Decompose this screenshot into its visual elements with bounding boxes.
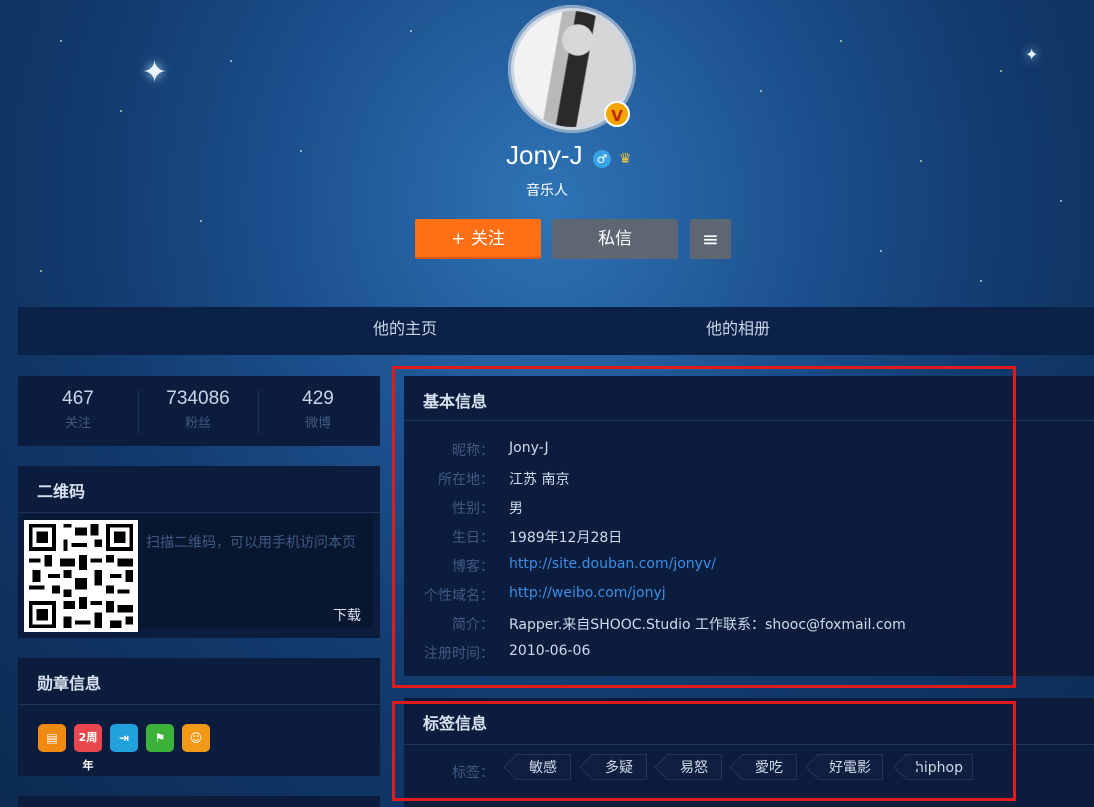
qrcode-panel: 二维码 扫描二维码，可以用手机访问本页 下载 (18, 466, 380, 638)
stat-label: 微博 (304, 416, 331, 431)
stat-value: 734086 (166, 388, 230, 409)
stat-value: 467 (62, 388, 94, 409)
stat-following[interactable]: 467 关注 (18, 376, 138, 431)
vip-crown-icon[interactable]: ♛ (619, 150, 639, 168)
star-icon: ✦ (142, 55, 168, 90)
medals-panel: 勋章信息 ▤ 2周年 ⇥ ⚑ ☺ (18, 658, 380, 776)
stat-followers[interactable]: 734086 粉丝 (138, 376, 258, 431)
card-medal-icon[interactable]: ▤ (38, 724, 66, 752)
run-medal-icon[interactable]: ⚑ (146, 724, 174, 752)
stat-posts[interactable]: 429 微博 (258, 376, 378, 431)
download-link[interactable]: 下载 (333, 605, 361, 625)
highlight-box-tags (392, 701, 1016, 801)
profile-nav: 他的主页 他的相册 (18, 307, 1094, 355)
hamburger-icon: ≡ (702, 227, 719, 251)
profile-name: Jony-J (506, 140, 583, 170)
stat-label: 关注 (64, 416, 91, 431)
panel-title: 二维码 (37, 482, 86, 501)
panel-title: 勋章信息 (37, 674, 102, 693)
anniversary-medal-icon[interactable]: 2周年 (74, 724, 102, 772)
tab-home[interactable]: 他的主页 (373, 307, 437, 351)
qrcode-image (24, 520, 138, 632)
message-button[interactable]: 私信 (552, 219, 678, 259)
stats-panel: 467 关注 734086 粉丝 429 微博 (18, 376, 380, 446)
male-icon: ♂ (593, 150, 611, 168)
more-menu-button[interactable]: ≡ (690, 219, 731, 259)
panel-stub (18, 796, 380, 807)
mask-medal-icon[interactable]: ☺ (182, 724, 210, 752)
follow-button[interactable]: + 关注 (415, 219, 541, 259)
door-medal-icon[interactable]: ⇥ (110, 724, 138, 752)
stat-value: 429 (302, 388, 334, 409)
tab-album[interactable]: 他的相册 (706, 307, 770, 351)
verified-badge: V (604, 101, 630, 127)
qrcode-description: 扫描二维码，可以用手机访问本页 (146, 535, 356, 551)
star-icon: ✦ (1025, 45, 1039, 64)
stat-label: 粉丝 (184, 416, 211, 431)
profile-subtitle: 音乐人 (526, 183, 568, 199)
highlight-box-basic-info (392, 366, 1016, 688)
